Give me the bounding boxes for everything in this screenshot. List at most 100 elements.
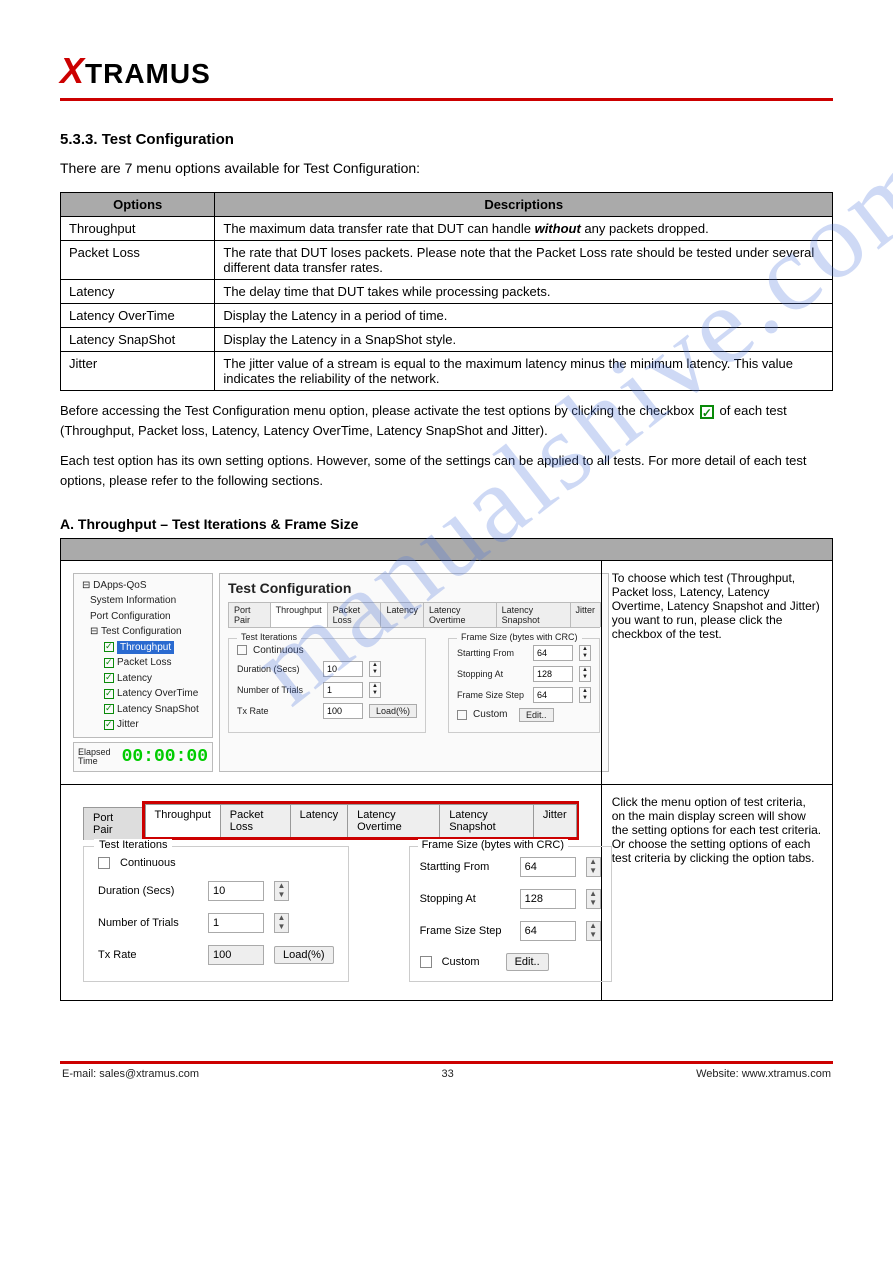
custom-checkbox-2[interactable] <box>420 956 432 968</box>
desc-latency-snapshot: Display the Latency in a SnapShot style. <box>215 328 833 352</box>
continuous-checkbox[interactable] <box>237 645 247 655</box>
spinner-icon[interactable]: ▲▼ <box>586 889 601 909</box>
tab-latency-snapshot[interactable]: Latency Snapshot <box>496 602 571 627</box>
spinner-icon[interactable]: ▲▼ <box>579 645 591 661</box>
tree-item-testconfig[interactable]: ⊟ Test Configuration <box>76 624 210 640</box>
stop-label-2: Stopping At <box>420 893 510 905</box>
continuous-label: Continuous <box>253 645 304 656</box>
tab-packetloss[interactable]: Packet Loss <box>327 602 382 627</box>
spinner-icon[interactable]: ▲▼ <box>586 857 601 877</box>
tab2-jitter[interactable]: Jitter <box>533 804 577 837</box>
trials-label: Number of Trials <box>237 685 317 695</box>
spinner-icon[interactable]: ▲▼ <box>274 913 289 933</box>
tab-portpair[interactable]: Port Pair <box>228 602 271 627</box>
config-panel: Test Configuration Port Pair Throughput … <box>219 573 609 772</box>
tab-latency[interactable]: Latency <box>380 602 424 627</box>
tab2-packetloss[interactable]: Packet Loss <box>220 804 291 837</box>
txrate-unit-button[interactable]: Load(%) <box>369 704 417 718</box>
footer-website: Website: www.xtramus.com <box>696 1068 831 1080</box>
legend-frame-size: Frame Size (bytes with CRC) <box>457 632 582 642</box>
tab2-latency-snapshot[interactable]: Latency Snapshot <box>439 804 534 837</box>
desc-jitter: The jitter value of a stream is equal to… <box>215 352 833 391</box>
checkbox-icon[interactable] <box>104 673 114 683</box>
tab2-latency-overtime[interactable]: Latency Overtime <box>347 804 440 837</box>
checkbox-icon[interactable] <box>104 704 114 714</box>
checkbox-icon[interactable] <box>104 658 114 668</box>
spinner-icon[interactable]: ▲▼ <box>274 881 289 901</box>
txrate-input[interactable] <box>323 703 363 719</box>
sub-heading: A. Throughput – Test Iterations & Frame … <box>60 516 833 532</box>
start-label: Startting From <box>457 648 527 658</box>
spinner-icon[interactable]: ▲▼ <box>369 661 381 677</box>
tree-item-sysinfo[interactable]: System Information <box>76 593 210 609</box>
footer-rule <box>60 1061 833 1064</box>
spinner-icon[interactable]: ▲▼ <box>586 921 601 941</box>
elapsed-time-box: Elapsed Time 00:00:00 <box>73 742 213 772</box>
opt-jitter: Jitter <box>61 352 215 391</box>
logo-text: TRAMUS <box>85 58 211 89</box>
duration-label: Duration (Secs) <box>237 664 317 674</box>
page-footer: E-mail: sales@xtramus.com 33 Website: ww… <box>60 1068 833 1080</box>
checkbox-icon[interactable] <box>104 689 114 699</box>
table-row: Latency SnapShot Display the Latency in … <box>61 328 833 352</box>
duration-label-2: Duration (Secs) <box>98 885 198 897</box>
trials-input[interactable] <box>323 682 363 698</box>
body-para-1: Before accessing the Test Configuration … <box>60 401 833 441</box>
step-input-2[interactable] <box>520 921 576 941</box>
tree-item-jitter[interactable]: Jitter <box>76 717 210 733</box>
custom-label-2: Custom <box>442 956 496 968</box>
start-input[interactable] <box>533 645 573 661</box>
row2-description: Click the menu option of test criteria, … <box>601 785 832 1000</box>
tree-item-latency-snapshot[interactable]: Latency SnapShot <box>76 702 210 718</box>
tab2-throughput[interactable]: Throughput <box>145 804 221 837</box>
txrate-input-2[interactable] <box>208 945 264 965</box>
tree-root[interactable]: ⊟ DApps-QoS <box>76 578 210 594</box>
checkbox-icon[interactable] <box>104 642 114 652</box>
custom-checkbox[interactable] <box>457 710 467 720</box>
tabs: Port Pair Throughput Packet Loss Latency… <box>228 602 600 628</box>
tab2-latency[interactable]: Latency <box>290 804 349 837</box>
tc-header-blank <box>61 538 833 560</box>
desc-throughput: The maximum data transfer rate that DUT … <box>215 217 833 241</box>
step-input[interactable] <box>533 687 573 703</box>
step-label-2: Frame Size Step <box>420 925 510 937</box>
spinner-icon[interactable]: ▲▼ <box>579 687 591 703</box>
start-input-2[interactable] <box>520 857 576 877</box>
custom-label: Custom <box>473 709 513 720</box>
tree-item-portconfig[interactable]: Port Configuration <box>76 609 210 625</box>
elapsed-value: 00:00:00 <box>122 747 208 767</box>
continuous-label-2: Continuous <box>120 857 176 869</box>
stop-input[interactable] <box>533 666 573 682</box>
definitions-table: Options Descriptions Throughput The maxi… <box>60 192 833 391</box>
duration-input[interactable] <box>323 661 363 677</box>
stop-input-2[interactable] <box>520 889 576 909</box>
footer-email: E-mail: sales@xtramus.com <box>62 1068 199 1080</box>
spinner-icon[interactable]: ▲▼ <box>369 682 381 698</box>
checkbox-icon[interactable] <box>104 720 114 730</box>
legend-frame-size-2: Frame Size (bytes with CRC) <box>418 839 568 851</box>
legend-test-iterations-2: Test Iterations <box>94 839 172 851</box>
tree-item-packetloss[interactable]: Packet Loss <box>76 655 210 671</box>
nav-tree: ⊟ DApps-QoS System Information Port Conf… <box>73 573 213 738</box>
duration-input-2[interactable] <box>208 881 264 901</box>
section-heading: 5.3.3. Test Configuration <box>60 131 833 148</box>
edit-button-2[interactable]: Edit.. <box>506 953 549 971</box>
tab2-portpair[interactable]: Port Pair <box>83 807 143 840</box>
tree-item-latency[interactable]: Latency <box>76 671 210 687</box>
checkbox-icon <box>700 405 714 419</box>
table-row: Latency OverTime Display the Latency in … <box>61 304 833 328</box>
panel-title: Test Configuration <box>228 580 600 596</box>
tree-item-latency-overtime[interactable]: Latency OverTime <box>76 686 210 702</box>
table-row: Packet Loss The rate that DUT loses pack… <box>61 241 833 280</box>
tab-latency-overtime[interactable]: Latency Overtime <box>423 602 497 627</box>
tab-throughput[interactable]: Throughput <box>270 602 328 627</box>
continuous-checkbox-2[interactable] <box>98 857 110 869</box>
trials-input-2[interactable] <box>208 913 264 933</box>
tree-item-throughput[interactable]: Throughput <box>76 640 210 656</box>
desc-post: any packets dropped. <box>581 221 709 236</box>
edit-button[interactable]: Edit.. <box>519 708 554 722</box>
tab-jitter[interactable]: Jitter <box>570 602 602 627</box>
table-row: Jitter The jitter value of a stream is e… <box>61 352 833 391</box>
spinner-icon[interactable]: ▲▼ <box>579 666 591 682</box>
txrate-unit-button-2[interactable]: Load(%) <box>274 946 334 964</box>
